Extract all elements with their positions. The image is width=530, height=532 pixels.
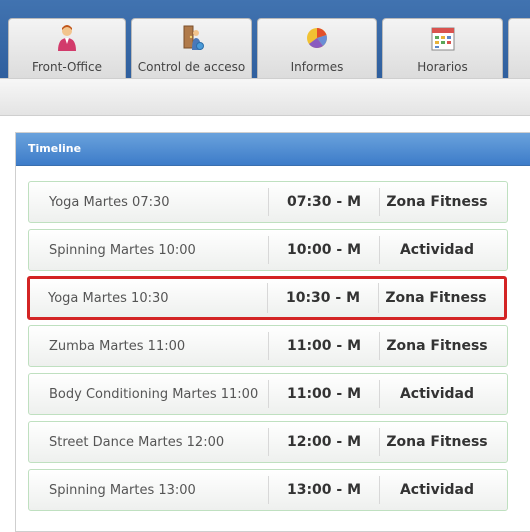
tab-label: Informes bbox=[290, 60, 344, 74]
activity-time: 11:00 - M bbox=[268, 380, 380, 408]
pie-chart-icon bbox=[307, 28, 327, 48]
timeline-row[interactable]: Spinning Martes 13:00 13:00 - M Activida… bbox=[28, 469, 508, 511]
tab-control-de-acceso[interactable]: Control de acceso bbox=[131, 18, 252, 78]
timeline-row[interactable]: Street Dance Martes 12:00 12:00 - M Zona… bbox=[28, 421, 508, 463]
activity-time: 07:30 - M bbox=[268, 188, 380, 216]
activity-zone: Zona Fitness bbox=[386, 194, 488, 210]
calendar-icon bbox=[431, 27, 454, 51]
toolbar-band bbox=[0, 78, 530, 116]
activity-zone: Actividad bbox=[399, 386, 475, 402]
tab-label: Horarios bbox=[417, 60, 468, 74]
timeline-row[interactable]: Zumba Martes 11:00 11:00 - M Zona Fitnes… bbox=[28, 325, 508, 367]
tab-label: Front-Office bbox=[31, 60, 103, 74]
activity-name: Yoga Martes 07:30 bbox=[49, 194, 170, 210]
activity-name: Zumba Martes 11:00 bbox=[49, 338, 186, 354]
activity-time: 13:00 - M bbox=[268, 476, 380, 504]
tab-label: Control de acceso bbox=[137, 60, 246, 74]
activity-zone: Actividad bbox=[399, 482, 475, 498]
timeline-header: Timeline bbox=[16, 133, 530, 166]
timeline-row-selected[interactable]: Yoga Martes 10:30 10:30 - M Zona Fitness bbox=[27, 276, 507, 320]
tab-front-office[interactable]: Front-Office bbox=[8, 18, 126, 78]
access-control-icon bbox=[183, 25, 204, 50]
top-nav-bar: Front-Office Control de acceso Informes bbox=[0, 0, 530, 78]
timeline-panel: Timeline Yoga Martes 07:30 07:30 - M Zon… bbox=[15, 132, 530, 532]
activity-zone: Zona Fitness bbox=[385, 290, 487, 306]
timeline-row[interactable]: Yoga Martes 07:30 07:30 - M Zona Fitness bbox=[28, 181, 508, 223]
activity-name: Street Dance Martes 12:00 bbox=[49, 434, 225, 450]
tab-informes[interactable]: Informes bbox=[257, 18, 377, 78]
timeline-row[interactable]: Spinning Martes 10:00 10:00 - M Activida… bbox=[28, 229, 508, 271]
timeline-row[interactable]: Body Conditioning Martes 11:00 11:00 - M… bbox=[28, 373, 508, 415]
activity-time: 12:00 - M bbox=[268, 428, 380, 456]
activity-name: Yoga Martes 10:30 bbox=[48, 290, 169, 306]
activity-name: Spinning Martes 13:00 bbox=[49, 482, 196, 498]
timeline-title: Timeline bbox=[28, 142, 82, 155]
activity-zone: Zona Fitness bbox=[386, 338, 488, 354]
activity-time: 10:30 - M bbox=[267, 283, 379, 313]
activity-name: Body Conditioning Martes 11:00 bbox=[49, 386, 259, 402]
activity-zone: Zona Fitness bbox=[386, 434, 488, 450]
tab-partial[interactable] bbox=[508, 18, 530, 78]
activity-zone: Actividad bbox=[399, 242, 475, 258]
activity-time: 10:00 - M bbox=[268, 236, 380, 264]
activity-time: 11:00 - M bbox=[268, 332, 380, 360]
user-icon bbox=[58, 25, 76, 51]
activity-name: Spinning Martes 10:00 bbox=[49, 242, 196, 258]
tab-horarios[interactable]: Horarios bbox=[382, 18, 503, 78]
